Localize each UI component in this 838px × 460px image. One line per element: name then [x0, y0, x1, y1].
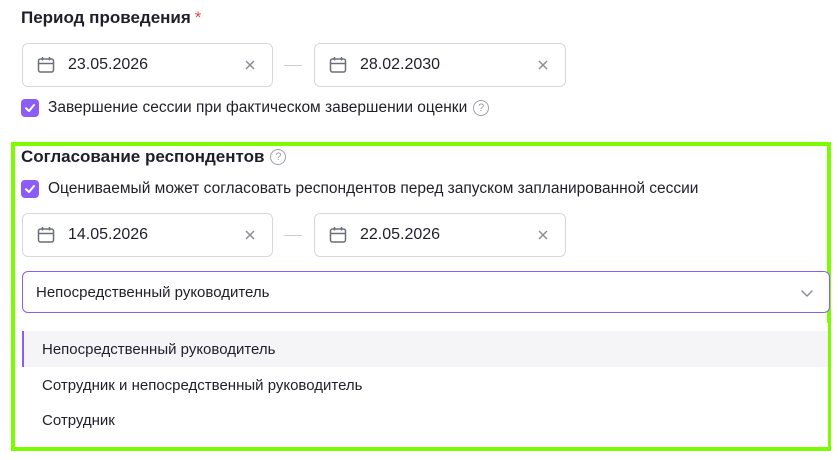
approver-select-value: Непосредственный руководитель	[36, 283, 270, 301]
dropdown-option-label: Сотрудник	[42, 411, 115, 429]
period-end-date-value: 28.02.2030	[360, 56, 441, 73]
clear-icon[interactable]	[535, 57, 551, 73]
period-start-date-field[interactable]: 23.05.2026	[22, 43, 273, 87]
session-end-label: Завершение сессии при фактическом заверш…	[48, 99, 468, 116]
help-icon[interactable]: ?	[270, 149, 287, 165]
approval-title-text: Согласование респондентов	[21, 147, 265, 166]
approver-select[interactable]: Непосредственный руководитель	[22, 271, 830, 313]
period-end-date-field[interactable]: 28.02.2030	[314, 43, 566, 87]
period-start-date-value: 23.05.2026	[68, 56, 149, 73]
dropdown-option-label: Сотрудник и непосредственный руководител…	[42, 376, 363, 394]
approval-end-date-field[interactable]: 22.05.2026	[314, 213, 566, 257]
clear-icon[interactable]	[242, 227, 258, 243]
session-end-option: Завершение сессии при фактическом заверш…	[21, 99, 490, 117]
dropdown-option-label: Непосредственный руководитель	[42, 340, 276, 358]
approval-checkbox-label: Оцениваемый может согласовать респондент…	[48, 180, 699, 197]
approval-title: Согласование респондентов ?	[21, 147, 287, 167]
required-mark: *	[194, 8, 202, 27]
date-range-separator	[284, 65, 302, 66]
approver-dropdown-menu: Непосредственный руководитель Сотрудник …	[22, 323, 828, 447]
approval-option: Оцениваемый может согласовать респондент…	[21, 180, 698, 198]
clear-icon[interactable]	[242, 57, 258, 73]
session-end-checkbox[interactable]	[21, 99, 39, 117]
approval-checkbox[interactable]	[21, 180, 39, 198]
approval-start-date-value: 14.05.2026	[68, 226, 149, 243]
dropdown-option[interactable]: Сотрудник	[22, 402, 828, 438]
chevron-down-icon	[801, 290, 813, 297]
date-range-separator	[284, 235, 302, 236]
check-icon	[25, 104, 35, 112]
approval-end-date-value: 22.05.2026	[360, 226, 441, 243]
check-icon	[25, 185, 35, 193]
clear-icon[interactable]	[535, 227, 551, 243]
period-title-text: Период проведения	[21, 8, 191, 27]
calendar-icon	[329, 57, 347, 73]
dropdown-option[interactable]: Непосредственный руководитель	[22, 331, 828, 367]
calendar-icon	[37, 57, 55, 73]
period-title: Период проведения *	[21, 8, 201, 28]
approval-start-date-field[interactable]: 14.05.2026	[22, 213, 273, 257]
help-icon[interactable]: ?	[473, 100, 490, 116]
calendar-icon	[329, 227, 347, 243]
dropdown-option[interactable]: Сотрудник и непосредственный руководител…	[22, 367, 828, 403]
calendar-icon	[37, 227, 55, 243]
